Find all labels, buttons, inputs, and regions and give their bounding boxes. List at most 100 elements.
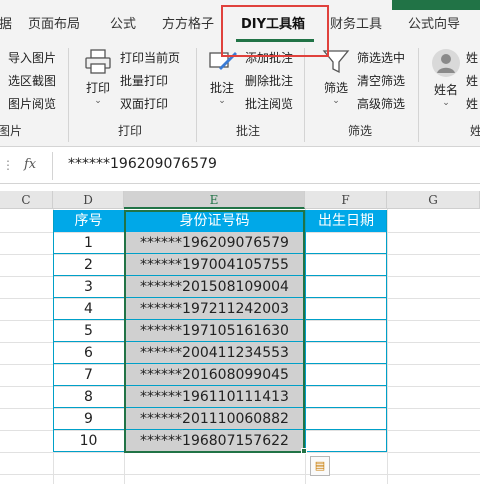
print-big-button[interactable]: 打印 ⌄ <box>80 48 116 106</box>
column-header-g[interactable]: G <box>387 191 480 209</box>
column-header-c[interactable]: C <box>0 191 53 209</box>
tab-formulas[interactable]: 公式 <box>110 12 136 38</box>
table-border-horizontal <box>53 275 387 276</box>
tab-formula-wizard[interactable]: 公式向导 <box>408 12 460 38</box>
printer-icon <box>85 49 111 74</box>
table-border-horizontal <box>53 429 387 430</box>
index-cell[interactable]: 3 <box>53 276 124 298</box>
id-number-cell[interactable]: ******197004105755 <box>124 254 305 276</box>
fx-button[interactable]: fx <box>24 157 36 172</box>
birth-date-cell[interactable] <box>305 254 387 276</box>
column-letter: D <box>83 193 93 207</box>
name-item-2[interactable]: 姓 <box>466 73 478 89</box>
id-number-cell[interactable]: ******196110111413 <box>124 386 305 408</box>
chevron-down-icon: ⌄ <box>218 96 226 106</box>
name-label: 姓名 <box>433 83 458 97</box>
column-letter: G <box>428 193 438 207</box>
index-cell[interactable]: 2 <box>53 254 124 276</box>
tab-fangfang-gezi[interactable]: 方方格子 <box>162 12 214 38</box>
advanced-filter-button[interactable]: 高级筛选 <box>357 96 405 112</box>
header-cell-id-number[interactable]: 身份证号码 <box>124 210 305 232</box>
filter-label: 筛选 <box>323 81 348 95</box>
formula-separator <box>52 152 53 180</box>
id-number-cell[interactable]: ******196807157622 <box>124 430 305 452</box>
chevron-down-icon: ⌄ <box>332 96 340 106</box>
group-label-print: 打印 <box>118 124 143 138</box>
birth-date-cell[interactable] <box>305 430 387 452</box>
formula-bar: ⋮ fx ******196209076579 <box>0 148 480 184</box>
id-number-cell[interactable]: ******197105161630 <box>124 320 305 342</box>
group-separator <box>304 48 305 142</box>
formula-input[interactable]: ******196209076579 <box>68 156 217 172</box>
id-number-cell[interactable]: ******197211242003 <box>124 298 305 320</box>
index-cell[interactable]: 1 <box>53 232 124 254</box>
birth-date-cell[interactable] <box>305 232 387 254</box>
tab-finance-tools[interactable]: 财务工具 <box>330 12 382 38</box>
name-item-3[interactable]: 姓 <box>466 96 478 112</box>
birth-date-cell[interactable] <box>305 364 387 386</box>
group-label-filter: 筛选 <box>348 124 373 138</box>
batch-print-button[interactable]: 批量打印 <box>120 73 168 89</box>
fill-handle[interactable] <box>301 448 307 454</box>
area-screenshot-button[interactable]: 选区截图 <box>8 73 56 89</box>
worksheet-grid[interactable]: C D E F G 序号 身份证号码 出生日期 1 ******196209076… <box>0 191 480 484</box>
name-big-button[interactable]: 姓名 ⌄ <box>428 48 464 108</box>
filter-selected-button[interactable]: 筛选选中 <box>357 50 405 66</box>
id-number-cell[interactable]: ******196209076579 <box>124 232 305 254</box>
table-border-horizontal <box>53 319 387 320</box>
birth-date-cell[interactable] <box>305 276 387 298</box>
group-separator <box>68 48 69 142</box>
paste-options-icon[interactable]: ▤ <box>310 456 330 476</box>
index-cell[interactable]: 8 <box>53 386 124 408</box>
id-number-cell[interactable]: ******200411234553 <box>124 342 305 364</box>
birth-date-cell[interactable] <box>305 408 387 430</box>
index-cell[interactable]: 10 <box>53 430 124 452</box>
gridline-vertical <box>387 209 388 484</box>
chevron-down-icon: ⌄ <box>442 98 450 108</box>
id-number-cell[interactable]: ******201110060882 <box>124 408 305 430</box>
table-border-vertical <box>53 210 54 452</box>
name-item-1[interactable]: 姓 <box>466 50 478 66</box>
comment-label: 批注 <box>209 81 234 95</box>
id-number-cell[interactable]: ******201608099045 <box>124 364 305 386</box>
chevron-down-icon: ⌄ <box>94 96 102 106</box>
index-cell[interactable]: 5 <box>53 320 124 342</box>
tab-data[interactable]: 数据 <box>0 12 12 38</box>
import-image-button[interactable]: 导入图片 <box>8 50 56 66</box>
comment-view-button[interactable]: 批注阅览 <box>245 96 293 112</box>
table-border-vertical <box>305 210 306 452</box>
birth-date-cell[interactable] <box>305 320 387 342</box>
column-letter: E <box>209 193 219 207</box>
index-cell[interactable]: 7 <box>53 364 124 386</box>
birth-date-cell[interactable] <box>305 298 387 320</box>
clear-filter-button[interactable]: 清空筛选 <box>357 73 405 89</box>
account-bar <box>392 0 480 10</box>
birth-date-cell[interactable] <box>305 342 387 364</box>
table-border-horizontal <box>53 451 387 452</box>
ribbon: 导入图片 选区截图 图片阅览 图片 打印 ⌄ 打印当前页 批量打印 双面打印 打… <box>0 42 480 147</box>
print-label: 打印 <box>85 81 110 95</box>
column-header-e[interactable]: E <box>124 191 305 209</box>
group-label-name: 姓 <box>470 124 480 138</box>
tab-page-layout[interactable]: 页面布局 <box>28 12 80 38</box>
column-header-d[interactable]: D <box>53 191 124 209</box>
image-view-button[interactable]: 图片阅览 <box>8 96 56 112</box>
gridline-horizontal <box>0 452 480 453</box>
index-cell[interactable]: 4 <box>53 298 124 320</box>
id-number-cell[interactable]: ******201508109004 <box>124 276 305 298</box>
index-cell[interactable]: 6 <box>53 342 124 364</box>
header-cell-index[interactable]: 序号 <box>53 210 124 232</box>
duplex-print-button[interactable]: 双面打印 <box>120 96 168 112</box>
delete-comment-button[interactable]: 删除批注 <box>245 73 293 89</box>
birth-date-cell[interactable] <box>305 386 387 408</box>
header-cell-birth-date[interactable]: 出生日期 <box>305 210 387 232</box>
table-border-horizontal <box>53 253 387 254</box>
table-border-vertical <box>124 210 125 452</box>
print-current-page-button[interactable]: 打印当前页 <box>120 50 180 66</box>
index-cell[interactable]: 9 <box>53 408 124 430</box>
table-border-horizontal <box>53 385 387 386</box>
cancel-icon[interactable]: ⋮ <box>2 158 14 172</box>
group-label-comment: 批注 <box>236 124 261 138</box>
gridline-horizontal <box>0 474 480 475</box>
column-header-f[interactable]: F <box>305 191 387 209</box>
